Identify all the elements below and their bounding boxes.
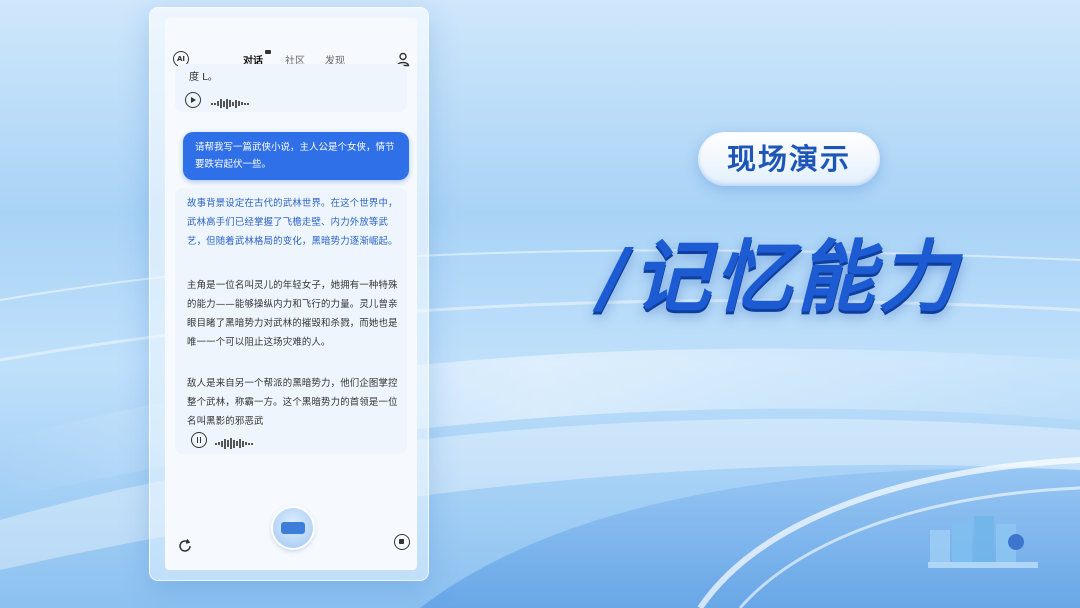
stop-icon[interactable] [394, 534, 410, 550]
badge-text: 现场演示 [726, 142, 851, 176]
answer-paragraph-3: 敌人是来自另一个帮派的黑暗势力，他们企图掌控整个武林，称霸一方。这个黑暗势力的首… [187, 378, 398, 427]
tab-active-marker-icon [265, 50, 271, 54]
voice-assistant-button[interactable] [273, 508, 313, 548]
refresh-icon[interactable] [177, 538, 193, 554]
audio-waveform-icon [215, 433, 254, 449]
slide-title: /记忆能力 [600, 233, 961, 323]
answer-paragraph-1: 故事背景设定在古代的武林世界。在这个世界中，武林高手们已经掌握了飞檐走壁、内力外… [187, 198, 398, 247]
phone-screen: AI 对话 社区 发现 度 L。 请帮我写一篇武侠小说，主人公是个女侠，情节要跌… [165, 18, 417, 570]
previous-answer-text: 度 L。 [189, 72, 218, 83]
answer-paragraph-2: 主角是一位名叫灵儿的年轻女子，她拥有一种特殊的能力——能够操纵内力和飞行的力量。… [187, 280, 398, 348]
corner-logo-icon [928, 516, 1038, 568]
audio-waveform-icon [211, 93, 250, 109]
user-message-text: 请帮我写一篇武侠小说，主人公是个女侠，情节要跌宕起伏一些。 [195, 142, 395, 170]
play-audio-button[interactable] [185, 92, 201, 108]
voice-avatar-icon [281, 522, 305, 534]
pause-audio-button[interactable] [191, 432, 207, 448]
